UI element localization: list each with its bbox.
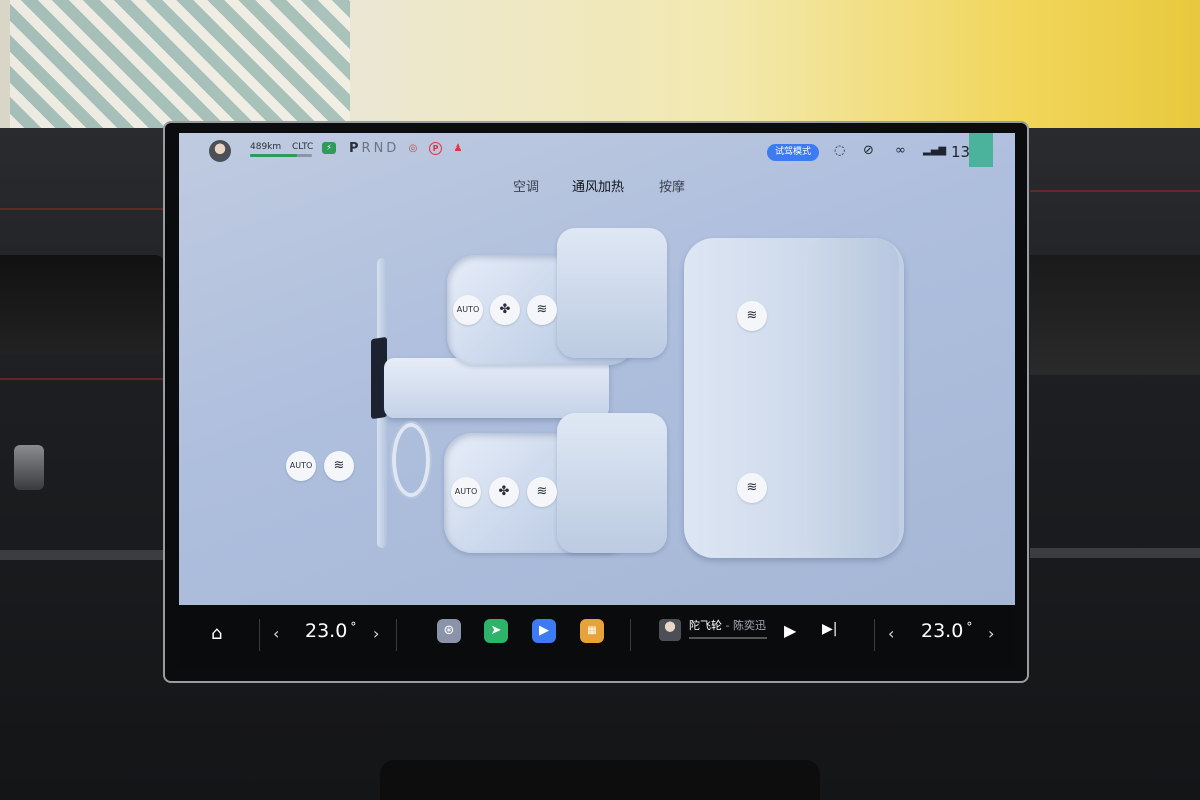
battery-charge-icon: ⚡ xyxy=(322,142,336,154)
steering-app-icon[interactable]: ⊛ xyxy=(437,619,461,643)
parking-brake-icon: P xyxy=(429,142,442,155)
right-temperature-value: 23.0 xyxy=(921,620,964,642)
divider xyxy=(874,619,875,651)
song-title: 陀飞轮 xyxy=(689,619,722,632)
gear-selected: P xyxy=(349,141,362,156)
song-progress[interactable] xyxy=(689,637,767,639)
divider xyxy=(396,619,397,651)
range-bar xyxy=(250,154,312,157)
dash-trim-left xyxy=(0,550,165,560)
home-icon[interactable]: ⌂ xyxy=(211,623,222,644)
test-drive-mode-badge[interactable]: 试驾模式 xyxy=(767,144,820,161)
divider xyxy=(259,619,260,651)
range-bar-fill xyxy=(250,154,297,157)
center-console-slot xyxy=(380,760,820,800)
right-temp-up-chevron-icon[interactable]: › xyxy=(988,624,994,643)
car-center-console xyxy=(384,358,609,418)
divider xyxy=(630,619,631,651)
front-right-auto-button[interactable]: AUTO xyxy=(451,477,481,507)
steering-heat-button[interactable]: ≋ xyxy=(324,451,354,481)
front-left-heat-button[interactable]: ≋ xyxy=(527,295,557,325)
front-left-seat-back xyxy=(557,228,667,358)
video-call-app-icon[interactable]: ▶ xyxy=(532,619,556,643)
climate-screen: 489km CLTC ⚡ PRND ◎ P ♟ 试驾模式 ◌ ⊘ ∞ ▂▄▆ 1… xyxy=(179,133,1015,605)
front-right-heat-button[interactable]: ≋ xyxy=(527,477,557,507)
message-icon[interactable]: ◌ xyxy=(834,143,845,158)
tab-air-conditioning[interactable]: 空调 xyxy=(513,176,539,195)
right-temp-down-chevron-icon[interactable]: ‹ xyxy=(888,624,894,643)
steering-auto-button[interactable]: AUTO xyxy=(286,451,316,481)
fan-icon: ✤ xyxy=(498,484,510,499)
rear-left-heat-button[interactable]: ≋ xyxy=(737,301,767,331)
front-left-auto-button[interactable]: AUTO xyxy=(453,295,483,325)
left-temp-up-chevron-icon[interactable]: › xyxy=(373,624,379,643)
album-cover[interactable] xyxy=(659,619,681,641)
range-readout: 489km xyxy=(250,142,282,152)
gear-indicator: PRND xyxy=(349,141,399,156)
fan-icon: ✤ xyxy=(499,302,511,317)
seatbelt-warning-icon: ♟ xyxy=(453,143,463,154)
clock: 13 xyxy=(951,143,971,161)
gear-others: RND xyxy=(361,141,400,156)
front-right-ventilation-button[interactable]: ✤ xyxy=(489,477,519,507)
overlay-tab xyxy=(969,133,993,167)
link-icon[interactable]: ∞ xyxy=(895,143,906,158)
left-temperature[interactable]: 23.0 ° xyxy=(305,620,356,642)
rear-bench-back xyxy=(804,238,899,558)
play-icon[interactable]: ▶ xyxy=(784,621,796,640)
now-playing[interactable]: 陀飞轮 - 陈奕迅 xyxy=(689,617,766,633)
next-track-icon[interactable]: ▶| xyxy=(822,621,837,637)
dash-stitch-left-lower xyxy=(0,378,165,380)
signal-icon: ▂▄▆ xyxy=(923,145,947,156)
degree-symbol: ° xyxy=(350,620,357,634)
heat-icon: ≋ xyxy=(536,484,548,499)
door-handle xyxy=(14,445,44,490)
maps-app-icon[interactable]: ➤ xyxy=(484,619,508,643)
air-vent-left xyxy=(0,255,165,355)
rear-right-heat-button[interactable]: ≋ xyxy=(737,473,767,503)
song-artist: 陈奕迅 xyxy=(732,619,766,632)
song-separator: - xyxy=(722,619,733,632)
camera-off-icon[interactable]: ⊘ xyxy=(863,143,874,158)
left-temperature-value: 23.0 xyxy=(305,620,348,642)
app-grid-icon[interactable]: ▦ xyxy=(580,619,604,643)
degree-symbol: ° xyxy=(966,620,973,634)
dash-stitch-right xyxy=(1030,190,1200,192)
heat-icon: ≋ xyxy=(333,458,345,473)
steering-wheel-illustration xyxy=(392,423,430,497)
tab-ventilation-heating[interactable]: 通风加热 xyxy=(572,176,624,195)
tire-warning-icon: ◎ xyxy=(408,143,418,154)
tab-massage[interactable]: 按摩 xyxy=(659,176,685,195)
heat-icon: ≋ xyxy=(746,308,758,323)
left-temp-down-chevron-icon[interactable]: ‹ xyxy=(273,624,279,643)
dash-trim-right xyxy=(1030,548,1200,558)
user-avatar[interactable] xyxy=(209,140,231,162)
front-right-seat-back xyxy=(557,413,667,553)
right-temperature[interactable]: 23.0 ° xyxy=(921,620,972,642)
range-cycle-label: CLTC xyxy=(292,142,314,152)
heat-icon: ≋ xyxy=(746,480,758,495)
background-fence xyxy=(10,0,350,128)
air-vent-right xyxy=(1030,255,1200,375)
dash-stitch-left xyxy=(0,208,165,210)
heat-icon: ≋ xyxy=(536,302,548,317)
bottom-dock: ⌂ ‹ 23.0 ° › ⊛ ➤ ▶ ▦ 陀飞轮 - 陈奕迅 ▶ ▶| ‹ 23.… xyxy=(179,605,1015,667)
front-left-ventilation-button[interactable]: ✤ xyxy=(490,295,520,325)
